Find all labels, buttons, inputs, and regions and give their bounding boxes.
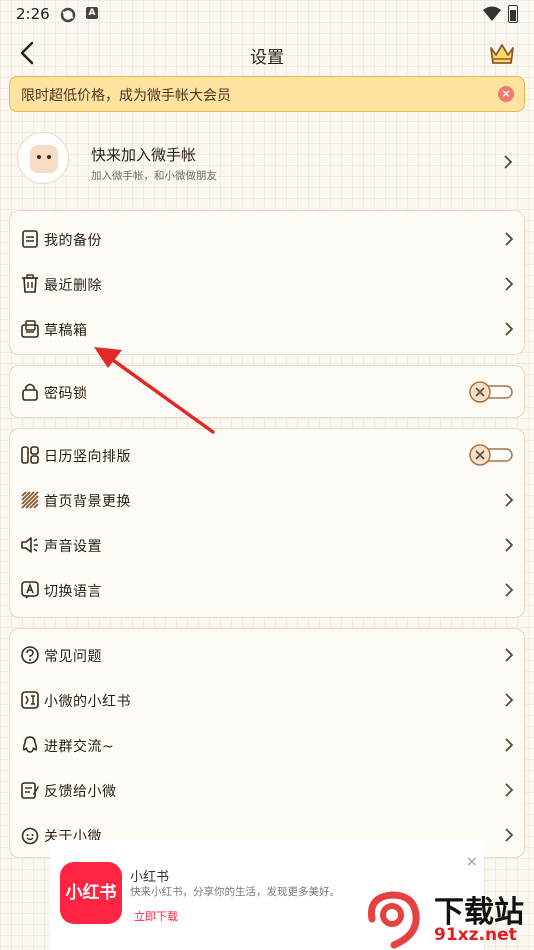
row-faq[interactable]: 常见问题 <box>10 633 524 678</box>
chevron-right-icon <box>505 232 514 246</box>
chevron-right-icon <box>505 738 514 752</box>
chevron-right-icon <box>505 538 514 552</box>
ad-download-button[interactable]: 立即下载 <box>134 908 178 924</box>
row-recently-deleted[interactable]: 最近删除 <box>10 262 524 307</box>
site-watermark: 下载站 91xz.net <box>360 885 534 950</box>
chevron-right-icon <box>505 322 514 336</box>
join-title: 快来加入微手帐 <box>91 146 197 164</box>
chevron-right-icon <box>505 648 514 662</box>
row-label: 切换语言 <box>44 584 102 600</box>
join-subtitle: 加入微手帐，和小微做朋友 <box>91 170 217 182</box>
row-my-backup[interactable]: 我的备份 <box>10 217 524 262</box>
settings-group-display: 日历竖向排版 首页背景更换 声音设置 切换语言 <box>9 428 525 618</box>
row-label: 日历竖向排版 <box>44 449 131 465</box>
row-label: 常见问题 <box>44 649 102 665</box>
avatar <box>17 132 69 184</box>
settings-group-about: 常见问题 小微的小红书 进群交流~ 反馈给小微 关于小微 <box>9 628 525 858</box>
row-label: 声音设置 <box>44 539 102 555</box>
chevron-right-icon <box>505 583 514 597</box>
question-icon <box>21 646 39 664</box>
calendar-layout-icon <box>21 446 39 464</box>
row-label: 我的备份 <box>44 233 102 249</box>
mascot-face-icon <box>30 145 58 173</box>
top-nav: 设置 <box>0 30 534 76</box>
row-label: 最近删除 <box>44 278 102 294</box>
ad-close-icon[interactable]: × <box>466 854 478 870</box>
chevron-right-icon <box>505 693 514 707</box>
chevron-right-icon <box>505 828 514 842</box>
language-icon <box>21 581 39 599</box>
battery-icon <box>508 5 518 23</box>
chevron-right-icon <box>504 155 513 169</box>
row-drafts[interactable]: 草稿箱 <box>10 307 524 352</box>
crown-icon[interactable] <box>488 41 516 67</box>
promo-close-icon[interactable]: × <box>498 86 514 102</box>
background-icon <box>21 491 39 509</box>
row-xiaohongshu[interactable]: 小微的小红书 <box>10 678 524 723</box>
row-password-lock[interactable]: 密码锁 <box>10 370 524 415</box>
chevron-right-icon <box>505 277 514 291</box>
sync-icon <box>60 7 76 23</box>
vip-promo-banner[interactable]: 限时超低价格，成为微手帐大会员 × <box>9 76 525 112</box>
page-title: 设置 <box>250 48 284 68</box>
promo-text: 限时超低价格，成为微手帐大会员 <box>21 88 231 104</box>
row-sound-settings[interactable]: 声音设置 <box>10 523 524 568</box>
lock-icon <box>22 383 38 401</box>
row-label: 首页背景更换 <box>44 494 131 510</box>
xiaohongshu-logo: 小红书 <box>60 862 122 924</box>
ad-description: 快来小红书，分享你的生活，发现更多美好。 <box>130 886 340 898</box>
trash-icon <box>22 274 38 293</box>
row-feedback[interactable]: 反馈给小微 <box>10 768 524 813</box>
password-lock-toggle[interactable] <box>468 380 514 404</box>
chevron-right-icon <box>505 783 514 797</box>
settings-group-security: 密码锁 <box>9 365 525 418</box>
smile-icon <box>21 827 39 845</box>
xiaohongshu-icon <box>21 691 39 709</box>
speaker-icon <box>21 537 38 553</box>
qq-icon <box>22 736 38 753</box>
row-calendar-vertical[interactable]: 日历竖向排版 <box>10 433 524 478</box>
row-label: 草稿箱 <box>44 323 88 339</box>
status-bar: 2:26 A <box>0 0 534 30</box>
row-home-background[interactable]: 首页背景更换 <box>10 478 524 523</box>
row-switch-language[interactable]: 切换语言 <box>10 568 524 613</box>
join-card[interactable]: 快来加入微手帐 加入微手帐，和小微做朋友 <box>9 126 525 198</box>
draft-box-icon <box>21 320 39 338</box>
watermark-url: 91xz.net <box>434 925 517 945</box>
row-label: 进群交流~ <box>44 739 115 755</box>
feedback-icon <box>21 782 39 799</box>
watermark-logo-icon <box>367 891 420 949</box>
ad-app-name: 小红书 <box>130 870 170 885</box>
chevron-right-icon <box>505 493 514 507</box>
backup-icon <box>22 230 38 248</box>
settings-group-data: 我的备份 最近删除 草稿箱 <box>9 210 525 355</box>
status-time: 2:26 <box>16 5 50 23</box>
row-join-group[interactable]: 进群交流~ <box>10 723 524 768</box>
row-label: 密码锁 <box>44 386 88 402</box>
calendar-vertical-toggle[interactable] <box>468 443 514 467</box>
wifi-icon <box>483 6 501 21</box>
row-label: 反馈给小微 <box>44 784 117 800</box>
status-a-icon: A <box>86 7 98 19</box>
row-label: 小微的小红书 <box>44 694 131 710</box>
